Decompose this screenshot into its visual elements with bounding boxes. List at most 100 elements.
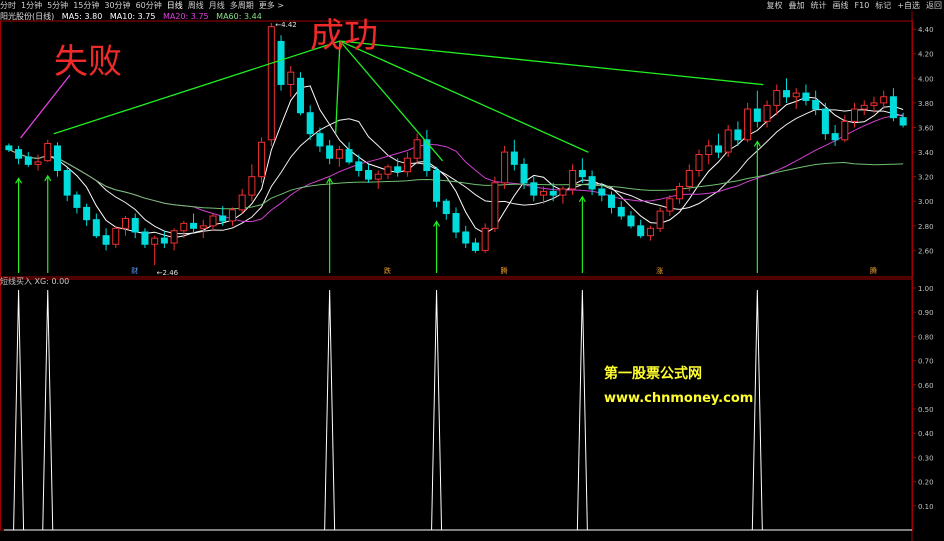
toolbar: 分时 1分钟 5分钟 15分钟 30分钟 60分钟 日线 周线 月线 多周期 更多 > 复权 叠加 统计… (0, 0, 944, 11)
period-tab-3[interactable]: 15分钟 (73, 1, 99, 10)
candle-body (83, 206, 91, 221)
candle-body (228, 209, 236, 222)
candle-body (267, 26, 275, 141)
tool-button-2[interactable]: 统计 (811, 1, 827, 10)
candle-body (112, 227, 120, 245)
candle-body (646, 227, 654, 237)
y-tick-label: 3.80 (918, 100, 934, 108)
event-marker: 财 (131, 266, 138, 275)
candle-body (724, 129, 732, 153)
period-tabs: 分时 1分钟 5分钟 15分钟 30分钟 60分钟 日线 周线 月线 多周期 更多 > (0, 1, 289, 10)
period-tab-6[interactable]: 日线 (167, 1, 183, 10)
tool-button-7[interactable]: 返回 (926, 1, 942, 10)
candle-body (666, 198, 674, 212)
candle-body (841, 120, 849, 141)
candle-body (549, 190, 557, 196)
stock-name: 阳光股份(日线) (0, 12, 55, 21)
tool-button-5[interactable]: 标记 (875, 1, 891, 10)
tool-button-4[interactable]: F10 (855, 1, 870, 10)
candle-body (481, 227, 489, 251)
success-pointer (339, 40, 589, 153)
main-pane-frame (0, 20, 913, 278)
low-price-label: ←2.46 (157, 269, 179, 277)
candle-body (180, 222, 188, 232)
y-tick-label: 3.60 (918, 124, 934, 132)
sub-y-tick-label: 0.10 (918, 503, 934, 511)
candle-body (277, 40, 285, 85)
candle-body (131, 217, 139, 233)
ma60-line (8, 149, 904, 210)
candle-body (608, 194, 616, 208)
sub-y-tick-label: 0.70 (918, 358, 934, 366)
period-tab-9[interactable]: 多周期 (230, 1, 254, 10)
period-tab-5[interactable]: 60分钟 (136, 1, 162, 10)
candle-body (539, 190, 547, 196)
sub-legend: 短线买入 XG: 0.00 (0, 277, 70, 286)
tool-button-6[interactable]: +自选 (897, 1, 920, 10)
xg-signal-spike (751, 289, 763, 531)
sub-y-tick-label: 0.50 (918, 406, 934, 414)
period-tab-4[interactable]: 30分钟 (104, 1, 130, 10)
candle-body (588, 176, 596, 190)
ma60-label: MA60: 3.44 (216, 12, 262, 21)
period-tab-2[interactable]: 5分钟 (47, 1, 68, 10)
tool-button-0[interactable]: 复权 (767, 1, 783, 10)
candle-body (5, 145, 13, 151)
candle-body (685, 170, 693, 187)
success-pointer (339, 40, 764, 86)
period-tab-7[interactable]: 周线 (188, 1, 204, 10)
sub-y-tick-label: 0.90 (918, 309, 934, 317)
period-tab-10[interactable]: 更多 > (259, 1, 284, 10)
xg-signal-spike (324, 289, 336, 531)
sub-pane-frame (0, 278, 913, 531)
candle-body (442, 200, 450, 215)
ma20-label: MA20: 3.75 (163, 12, 209, 21)
candle-body (734, 129, 742, 141)
candle-body (394, 166, 402, 173)
candle-body (326, 145, 334, 159)
tool-button-3[interactable]: 画线 (833, 1, 849, 10)
candle-body (471, 242, 479, 251)
fail-annotation: 失败 (54, 42, 122, 82)
candle-body (63, 170, 71, 196)
candle-body (15, 149, 23, 159)
candle-body (296, 77, 304, 114)
sub-y-tick-label: 0.30 (918, 454, 934, 462)
tool-button-1[interactable]: 叠加 (789, 1, 805, 10)
high-price-label: ←4.42 (275, 21, 296, 29)
candle-body (287, 71, 295, 85)
candle-body (24, 156, 32, 165)
y-tick-label: 2.60 (918, 247, 934, 255)
event-marker: 跌 (384, 266, 391, 275)
candle-body (792, 92, 800, 98)
xg-signal-spike (13, 289, 25, 531)
event-marker: 腾 (870, 266, 877, 275)
y-tick-label: 4.00 (918, 75, 934, 83)
candle-body (452, 213, 460, 233)
sub-y-tick-label: 0.40 (918, 430, 934, 438)
candle-body (617, 206, 625, 217)
candle-body (821, 108, 829, 135)
y-tick-label: 2.80 (918, 223, 934, 231)
candle-body (53, 145, 61, 172)
candle-body (355, 161, 363, 172)
candle-body (569, 170, 577, 190)
candle-body (851, 108, 859, 122)
candle-body (637, 225, 645, 237)
period-tab-8[interactable]: 月线 (209, 1, 225, 10)
period-tab-0[interactable]: 分时 (0, 1, 16, 10)
candle-body (831, 133, 839, 141)
event-marker: 腾 (501, 266, 508, 275)
tool-buttons: 复权 叠加 统计 画线 F10 标记 +自选 返回 (761, 0, 942, 11)
main-legend: 阳光股份(日线) MA5: 3.80 MA10: 3.75 MA20: 3.75… (0, 11, 267, 22)
candle-body (462, 231, 470, 244)
candle-body (92, 219, 100, 237)
candle-body (403, 157, 411, 173)
candle-body (238, 194, 246, 211)
candle-body (763, 104, 771, 122)
candle-body (170, 230, 178, 244)
y-tick-label: 4.40 (918, 26, 934, 34)
candle-body (258, 141, 266, 178)
candle-body (753, 108, 761, 122)
period-tab-1[interactable]: 1分钟 (21, 1, 42, 10)
